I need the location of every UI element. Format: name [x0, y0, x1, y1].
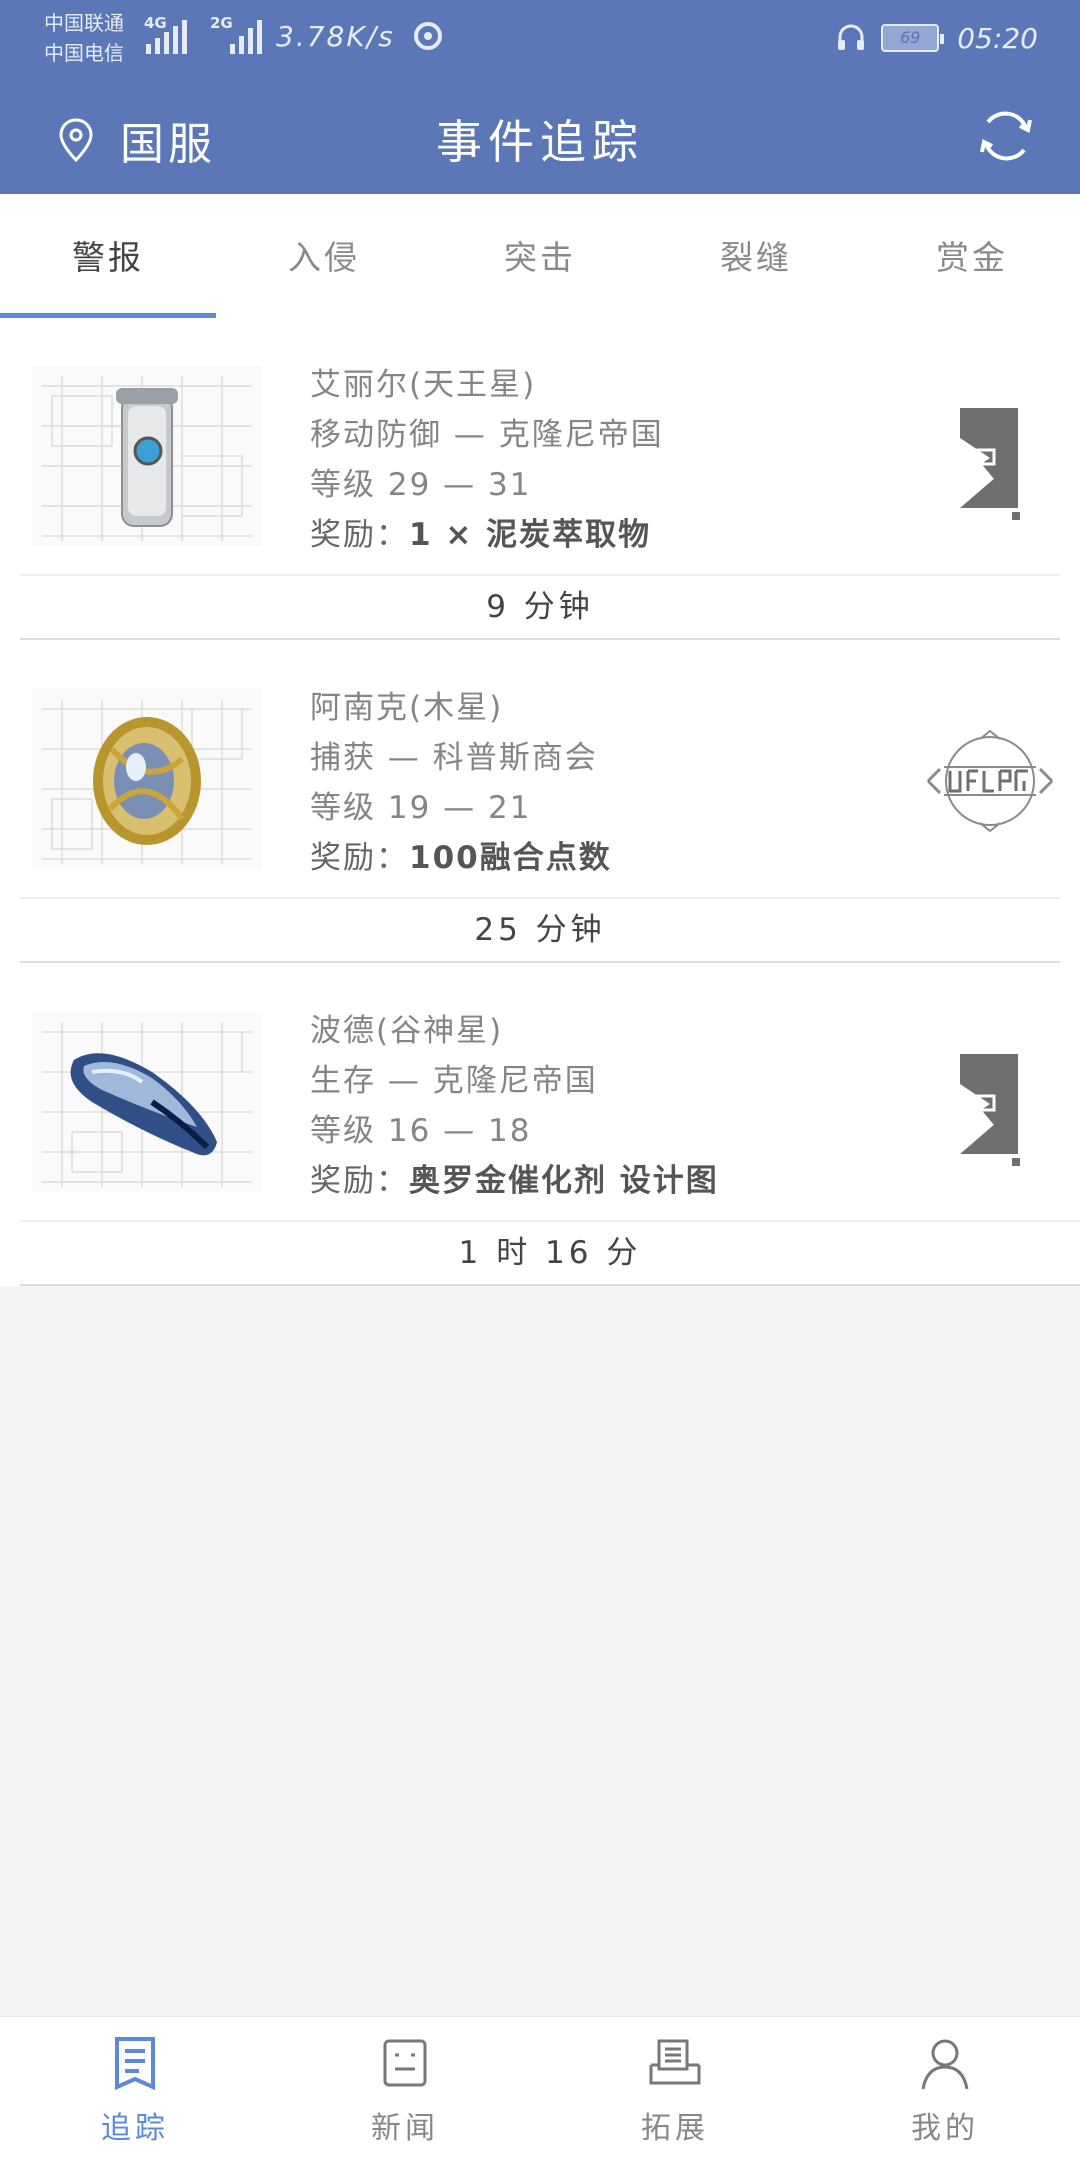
nav-tracking[interactable]: 追踪	[0, 2017, 270, 2160]
carrier-1: 中国联通	[44, 11, 124, 35]
network-type-1: 4G	[144, 14, 167, 32]
battery-icon: 69	[881, 24, 945, 52]
reward-label: 奖励：	[310, 1163, 409, 1199]
status-right: 69 05:20	[835, 16, 1038, 60]
carrier-2: 中国电信	[44, 41, 124, 65]
event-node: 艾丽尔(天王星)	[310, 367, 537, 403]
event-mission: 移动防御 — 克隆尼帝国	[310, 417, 664, 453]
reward-label: 奖励：	[310, 840, 409, 876]
status-bar: 中国联通 中国电信 4G 2G 3.78K/s 69 05:20	[0, 0, 1080, 74]
extension-icon	[649, 2039, 701, 2085]
event-mission: 捕获 — 科普斯商会	[310, 740, 598, 776]
event-info: 艾丽尔(天王星) 移动防御 — 克隆尼帝国 等级 29 — 31 奖励：1 × …	[310, 360, 664, 560]
bottom-navigation: 追踪 新闻 拓展 我的	[0, 2016, 1080, 2160]
headphones-icon	[838, 24, 865, 50]
tab-alerts[interactable]: 警报	[0, 194, 216, 318]
event-item[interactable]: 阿南克(木星) 捕获 — 科普斯商会 等级 19 — 21 奖励：100融合点数…	[0, 641, 1080, 964]
nav-label: 追踪	[101, 2111, 169, 2146]
news-icon	[383, 2039, 427, 2087]
network-speed: 3.78K/s	[276, 20, 395, 53]
tab-invasions[interactable]: 入侵	[216, 194, 432, 318]
event-timer: 25 分钟	[20, 897, 1060, 963]
reward-value: 1 × 泥炭萃取物	[409, 517, 652, 553]
event-node: 阿南克(木星)	[310, 690, 504, 726]
page-title: 事件追踪	[436, 115, 644, 169]
tab-bounties[interactable]: 赏金	[864, 194, 1080, 318]
event-reward: 奖励：100融合点数	[310, 833, 612, 883]
nav-news[interactable]: 新闻	[270, 2017, 540, 2160]
nav-label: 我的	[911, 2111, 979, 2146]
header-nav: 国服 事件追踪	[0, 100, 1080, 180]
event-item[interactable]: 波德(谷神星) 生存 — 克隆尼帝国 等级 16 — 18 奖励：奥罗金催化剂 …	[0, 964, 1080, 1287]
tab-fissures[interactable]: 裂缝	[648, 194, 864, 318]
event-level: 等级 16 — 18	[310, 1113, 532, 1149]
nav-label: 拓展	[641, 2111, 709, 2146]
nav-label: 新闻	[371, 2111, 439, 2146]
clock: 05:20	[957, 21, 1038, 55]
event-type-tabs: 警报 入侵 突击 裂缝 赏金	[0, 194, 1080, 318]
event-timer: 9 分钟	[20, 574, 1060, 640]
reward-thumbnail	[32, 1012, 262, 1192]
reward-thumbnail	[32, 366, 262, 546]
tracking-icon	[115, 2037, 155, 2091]
nav-profile[interactable]: 我的	[810, 2017, 1080, 2160]
event-item[interactable]: 艾丽尔(天王星) 移动防御 — 克隆尼帝国 等级 29 — 31 奖励：1 × …	[0, 318, 1080, 641]
grineer-icon	[960, 408, 1020, 520]
nav-extension[interactable]: 拓展	[540, 2017, 810, 2160]
event-reward: 奖励：奥罗金催化剂 设计图	[310, 1156, 719, 1206]
event-info: 波德(谷神星) 生存 — 克隆尼帝国 等级 16 — 18 奖励：奥罗金催化剂 …	[310, 1006, 719, 1206]
network-type-2: 2G	[210, 14, 233, 32]
tab-sorties[interactable]: 突击	[432, 194, 648, 318]
carrier-info: 中国联通 中国电信	[44, 8, 124, 68]
event-mission: 生存 — 克隆尼帝国	[310, 1063, 598, 1099]
event-node: 波德(谷神星)	[310, 1013, 504, 1049]
signal-icon-2: 2G	[210, 14, 266, 54]
profile-icon	[921, 2039, 969, 2090]
event-level: 等级 19 — 21	[310, 790, 532, 826]
grineer-icon	[960, 1054, 1020, 1166]
event-info: 阿南克(木星) 捕获 — 科普斯商会 等级 19 — 21 奖励：100融合点数	[310, 683, 612, 883]
event-list: 艾丽尔(天王星) 移动防御 — 克隆尼帝国 等级 29 — 31 奖励：1 × …	[0, 318, 1080, 1286]
reward-label: 奖励：	[310, 517, 409, 553]
event-timer: 1 时 16 分	[20, 1220, 1080, 1286]
refresh-icon[interactable]	[976, 106, 1036, 166]
reward-thumbnail	[32, 689, 262, 869]
corpus-icon	[926, 729, 1054, 833]
event-level: 等级 29 — 31	[310, 467, 532, 503]
event-reward: 奖励：1 × 泥炭萃取物	[310, 510, 664, 560]
reward-value: 100融合点数	[409, 840, 612, 876]
signal-icon: 4G	[144, 14, 200, 54]
reward-value: 奥罗金催化剂 设计图	[409, 1163, 719, 1199]
netease-icon	[414, 22, 442, 50]
app-header: 中国联通 中国电信 4G 2G 3.78K/s 69 05:20 国服 事件追踪	[0, 0, 1080, 194]
